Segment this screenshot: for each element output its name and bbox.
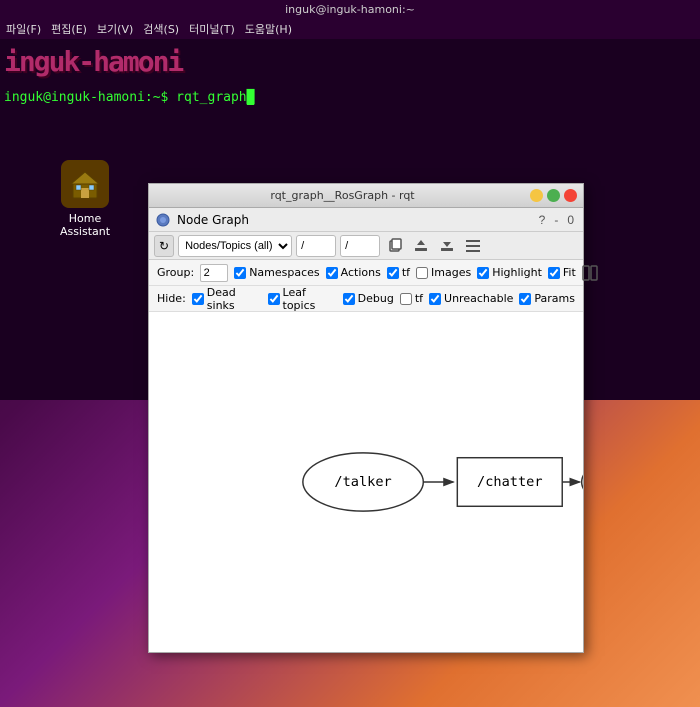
highlight-checkbox[interactable] [477,267,489,279]
maximize-button[interactable] [547,189,560,202]
rqt-toolbar: ↻ Nodes/Topics (all) Nodes only Topics o… [149,232,583,260]
params-checkbox-group: Params [519,292,575,305]
images-checkbox[interactable] [416,267,428,279]
terminal-titlebar: inguk@inguk-hamoni:~ [0,0,700,19]
node-graph-plugin-icon [155,212,171,228]
graph-svg: /talker /chatter /listener [149,312,583,652]
import-button[interactable] [436,235,458,257]
fit-checkbox-group: Fit [548,266,576,279]
menu-view[interactable]: 보기(V) [97,21,133,37]
panel-layout-button[interactable] [582,262,598,284]
options-row-2: Hide: Dead sinks Leaf topics Debug tf Un… [149,286,583,312]
leaf-topics-label: Leaf topics [283,286,337,312]
unreachable-label: Unreachable [444,292,513,305]
actions-label: Actions [341,266,381,279]
node-talker-label: /talker [334,474,391,490]
images-checkbox-group: Images [416,266,471,279]
menu-help[interactable]: 도움말(H) [245,21,292,37]
tf2-checkbox[interactable] [400,293,412,305]
actions-checkbox[interactable] [326,267,338,279]
fit-label: Fit [563,266,576,279]
plugin-help-button[interactable]: ? [536,212,549,228]
highlight-label: Highlight [492,266,542,279]
close-button[interactable] [564,189,577,202]
plugin-dash-button[interactable]: - [551,212,561,228]
terminal-prompt: inguk@inguk-hamoni:~$ rqt_graph█ [0,86,700,109]
menu-edit[interactable]: 편집(E) [51,21,87,37]
unreachable-checkbox[interactable] [429,293,441,305]
tf2-checkbox-group: tf [400,292,423,305]
refresh-button[interactable]: ↻ [154,235,174,257]
debug-checkbox-group: Debug [343,292,394,305]
group-spinner [200,264,228,282]
terminal-menu: 파일(F) 편집(E) 보기(V) 검색(S) 터미널(T) 도움말(H) [0,19,700,39]
tf-label: tf [402,266,410,279]
dead-sinks-checkbox-group: Dead sinks [192,286,262,312]
debug-checkbox[interactable] [343,293,355,305]
menu-file[interactable]: 파일(F) [6,21,41,37]
tf-checkbox-group: tf [387,266,410,279]
rqt-graph-window: rqt_graph__RosGraph - rqt Node Graph ? -… [148,183,584,653]
home-assistant-icon[interactable]: Home Assistant [50,160,120,238]
namespaces-checkbox[interactable] [234,267,246,279]
namespaces-label: Namespaces [249,266,319,279]
plugin-bar-right: ? - 0 [536,212,577,228]
node-graph-plugin-title: Node Graph [177,213,249,227]
rqt-titlebar: rqt_graph__RosGraph - rqt [149,184,583,208]
node-graph-header: Node Graph ? - 0 [149,208,583,232]
group-label: Group: [157,266,194,279]
home-assistant-icon-img [61,160,109,208]
fit-checkbox[interactable] [548,267,560,279]
tf2-label: tf [415,292,423,305]
images-label: Images [431,266,471,279]
plugin-zero-button[interactable]: 0 [564,212,577,228]
dead-sinks-checkbox[interactable] [192,293,204,305]
leaf-topics-checkbox[interactable] [268,293,280,305]
dead-sinks-label: Dead sinks [207,286,262,312]
menu-terminal[interactable]: 터미널(T) [189,21,235,37]
graph-area[interactable]: /talker /chatter /listener [149,312,583,652]
menu-search[interactable]: 검색(S) [143,21,179,37]
namespaces-checkbox-group: Namespaces [234,266,319,279]
leaf-topics-checkbox-group: Leaf topics [268,286,337,312]
terminal-banner: inguk-hamoni [0,39,700,86]
namespace-input[interactable] [296,235,336,257]
rqt-window-title: rqt_graph__RosGraph - rqt [155,189,530,202]
copy-button[interactable] [384,235,406,257]
actions-checkbox-group: Actions [326,266,381,279]
settings-button[interactable] [462,235,484,257]
highlight-checkbox-group: Highlight [477,266,542,279]
options-row-1: Group: Namespaces Actions tf Images [149,260,583,286]
desktop-icon-label: Home Assistant [50,212,120,238]
desktop: inguk@inguk-hamoni:~ 파일(F) 편집(E) 보기(V) 검… [0,0,700,707]
minimize-button[interactable] [530,189,543,202]
nodes-topics-dropdown[interactable]: Nodes/Topics (all) Nodes only Topics onl… [178,235,292,257]
tf-checkbox[interactable] [387,267,399,279]
unreachable-checkbox-group: Unreachable [429,292,513,305]
terminal-title: inguk@inguk-hamoni:~ [285,3,415,16]
node-chatter-label: /chatter [477,474,542,490]
debug-label: Debug [358,292,394,305]
node-listener[interactable] [582,453,583,511]
params-checkbox[interactable] [519,293,531,305]
hide-label: Hide: [157,292,186,305]
topic-input[interactable] [340,235,380,257]
group-input[interactable] [200,264,228,282]
params-label: Params [534,292,575,305]
window-controls [530,189,577,202]
export-button[interactable] [410,235,432,257]
